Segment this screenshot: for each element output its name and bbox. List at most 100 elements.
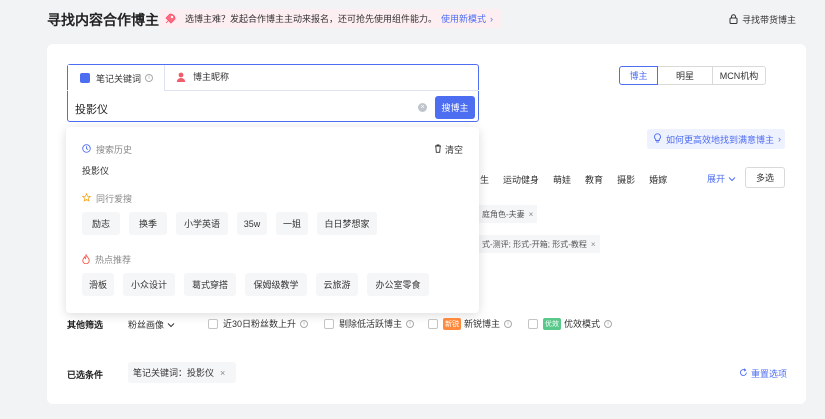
category-item[interactable]: 运动健身: [503, 173, 539, 186]
chevron-down-icon: [728, 174, 736, 184]
suggestion-chip[interactable]: 云旅游: [316, 273, 358, 296]
page-title: 寻找内容合作博主: [47, 12, 159, 28]
banner-link[interactable]: 使用新模式: [441, 12, 486, 25]
type-segmented-control: 博主 明星 MCN机构: [619, 66, 766, 85]
lock-icon: [729, 13, 738, 26]
category-item[interactable]: 教育: [585, 173, 603, 186]
hot-recommend-title: 热点推荐: [82, 252, 132, 266]
opt-efficient-mode[interactable]: 优效 优效模式 i: [528, 317, 613, 330]
clear-input-icon[interactable]: ×: [418, 103, 427, 112]
close-icon[interactable]: ×: [529, 210, 534, 219]
multi-select-button[interactable]: 多选: [745, 167, 785, 188]
search-button[interactable]: 搜博主: [435, 96, 475, 119]
close-icon[interactable]: ×: [591, 240, 596, 249]
expand-label: 展开: [707, 174, 726, 184]
close-icon[interactable]: ×: [220, 368, 225, 378]
tab-blogger-nickname-label: 博主昵称: [193, 72, 230, 82]
chevron-right-icon: ›: [778, 134, 782, 144]
filter-tag-label: 式-测评; 形式-开箱; 形式-教程: [482, 239, 587, 249]
clock-icon: [82, 144, 91, 155]
search-history-label: 搜索历史: [96, 145, 133, 155]
reset-options-label: 重置选项: [751, 369, 788, 379]
search-history-title: 搜索历史: [82, 143, 132, 156]
fans-profile-dropdown[interactable]: 粉丝画像: [128, 318, 175, 331]
info-icon[interactable]: i: [145, 74, 154, 82]
suggestion-chip[interactable]: 一姐: [276, 212, 308, 235]
info-icon[interactable]: i: [604, 319, 613, 328]
fans-profile-label: 粉丝画像: [128, 320, 165, 330]
suggestion-chip[interactable]: 小众设计: [123, 273, 175, 296]
note-icon: [80, 73, 90, 83]
checkbox[interactable]: [428, 318, 438, 329]
promo-banner[interactable]: 选博主难？发起合作博主主动来报名，还可抢先使用组件能力。 使用新模式 ›: [159, 9, 502, 28]
category-item[interactable]: 生: [480, 173, 489, 186]
peer-search-chips: 励志 换季 小学英语 35w 一姐 白日梦想家: [82, 212, 386, 235]
selected-condition-text: 笔记关键词：投影仪: [133, 368, 215, 378]
reset-options-button[interactable]: 重置选项: [739, 367, 787, 380]
selected-conditions-label: 已选条件: [67, 370, 104, 380]
search-input[interactable]: 投影仪: [75, 101, 108, 117]
lightbulb-icon: [653, 133, 662, 145]
efficient-badge: 优效: [543, 317, 561, 330]
new-badge: 新锐: [443, 317, 461, 330]
checkbox[interactable]: [324, 318, 334, 329]
category-item[interactable]: 婚嫁: [649, 173, 667, 186]
suggestion-chip[interactable]: 白日梦想家: [317, 212, 377, 235]
peer-searches-title: 同行爱搜: [81, 192, 133, 205]
opt-30d-label: 近30日粉丝数上升: [223, 319, 297, 329]
segment-celebrity[interactable]: 明星: [657, 66, 713, 85]
help-tip-link[interactable]: 如何更高效地找到满意博主 ›: [647, 129, 785, 149]
tab-blogger-nickname[interactable]: 博主昵称: [176, 70, 229, 83]
opt-low-active-label: 剔除低活跃博主: [339, 319, 403, 329]
suggestion-chip[interactable]: 滑板: [82, 273, 114, 296]
refresh-icon: [739, 368, 748, 379]
checkbox[interactable]: [208, 318, 218, 329]
suggestion-chip[interactable]: 办公室零食: [367, 273, 429, 296]
chevron-right-icon: ›: [490, 13, 494, 24]
flame-icon: [82, 252, 90, 266]
filter-tag: 庭角色-夫妻 ×: [478, 205, 538, 223]
opt-efficient-label: 优效模式: [564, 319, 601, 329]
category-item[interactable]: 萌娃: [553, 173, 571, 186]
opt-new-blogger[interactable]: 新锐 新锐博主 i: [428, 317, 513, 330]
clear-history-button[interactable]: 清空: [434, 143, 463, 156]
opt-remove-low-active[interactable]: 剔除低活跃博主 i: [324, 317, 415, 330]
user-icon: [176, 72, 186, 82]
tab-note-keyword[interactable]: 笔记关键词 i: [68, 65, 165, 91]
banner-text: 选博主难？发起合作博主主动来报名，还可抢先使用组件能力。: [185, 14, 438, 24]
suggestion-chip[interactable]: 励志: [82, 212, 120, 235]
info-icon[interactable]: i: [300, 319, 309, 328]
hot-recommend-chips: 滑板 小众设计 葛式穿搭 保姆级教学 云旅游 办公室零食: [82, 273, 438, 296]
top-link-label: 寻找带货博主: [741, 15, 796, 25]
filter-tag-label: 庭角色-夫妻: [482, 209, 525, 219]
segment-mcn[interactable]: MCN机构: [712, 66, 766, 85]
star-icon: [81, 192, 92, 204]
trash-icon: [434, 144, 442, 155]
opt-30d-fans-rise[interactable]: 近30日粉丝数上升 i: [208, 317, 309, 330]
info-icon[interactable]: i: [504, 319, 513, 328]
other-filters-label: 其他筛选: [67, 320, 104, 330]
selected-condition-chip: 笔记关键词：投影仪 ×: [128, 362, 236, 383]
filter-tag: 式-测评; 形式-开箱; 形式-教程 ×: [478, 235, 600, 253]
suggestion-chip[interactable]: 小学英语: [176, 212, 228, 235]
help-tip-label: 如何更高效地找到满意博主: [666, 134, 775, 145]
clear-history-label: 清空: [445, 145, 464, 155]
rocket-icon: [163, 12, 177, 26]
find-sales-bloggers-link[interactable]: 寻找带货博主: [729, 13, 796, 26]
tab-note-keyword-label: 笔记关键词: [96, 73, 142, 84]
category-list: 生 运动健身 萌娃 教育 摄影 婚嫁: [480, 173, 681, 186]
hot-recommend-label: 热点推荐: [95, 255, 132, 265]
suggestion-chip[interactable]: 保姆级教学: [245, 273, 307, 296]
chevron-down-icon: [167, 320, 175, 330]
segment-blogger[interactable]: 博主: [619, 66, 658, 85]
suggestion-chip[interactable]: 葛式穿搭: [184, 273, 236, 296]
expand-toggle[interactable]: 展开: [707, 172, 736, 185]
opt-new-label: 新锐博主: [464, 319, 501, 329]
info-icon[interactable]: i: [406, 319, 415, 328]
history-item[interactable]: 投影仪: [82, 164, 109, 177]
peer-searches-label: 同行爱搜: [96, 194, 133, 204]
category-item[interactable]: 摄影: [617, 173, 635, 186]
suggestion-chip[interactable]: 换季: [129, 212, 167, 235]
checkbox[interactable]: [528, 318, 538, 329]
suggestion-chip[interactable]: 35w: [237, 212, 267, 235]
